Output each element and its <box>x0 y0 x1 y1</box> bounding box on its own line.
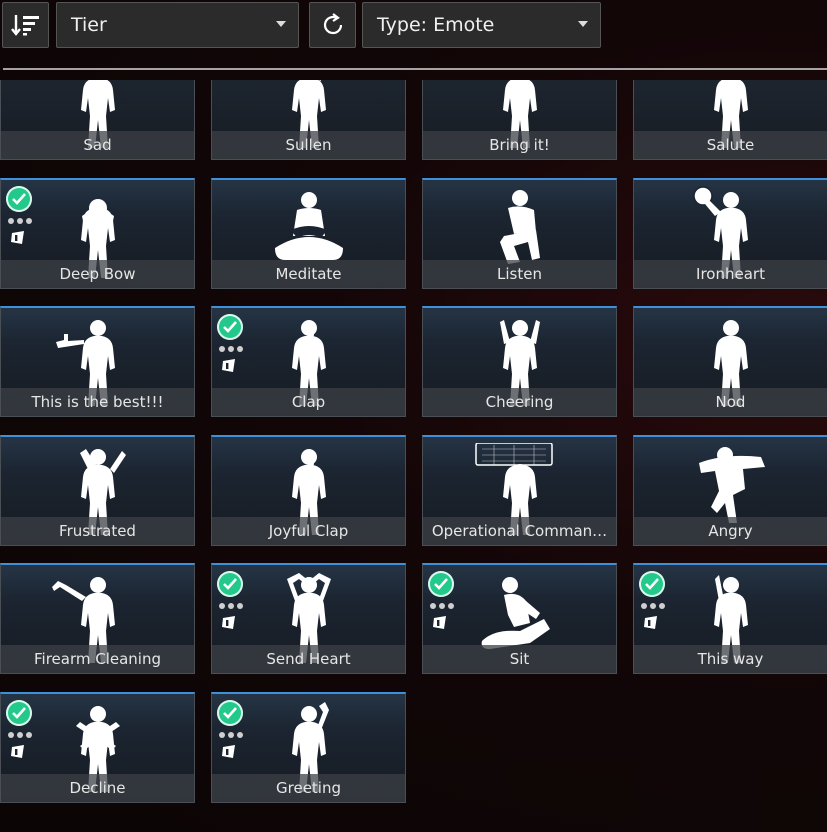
emote-card[interactable]: Angry <box>633 435 827 546</box>
refresh-icon <box>323 13 342 35</box>
emote-card[interactable]: Sit <box>422 563 617 674</box>
type-filter-select[interactable]: Type: Emote <box>362 2 601 48</box>
emote-label: Joyful Clap <box>212 517 405 545</box>
sort-descending-icon <box>10 15 39 36</box>
equipped-check-icon <box>6 700 32 726</box>
emote-card[interactable]: Send Heart <box>211 563 406 674</box>
sort-order-button[interactable] <box>2 2 49 48</box>
emote-label: Salute <box>634 131 827 159</box>
emote-card[interactable]: Firearm Cleaning <box>0 563 195 674</box>
slot-dots-icon <box>219 603 243 609</box>
slot-dots-icon <box>8 218 32 224</box>
equipped-check-icon <box>217 571 243 597</box>
emote-label: Ironheart <box>634 260 827 288</box>
emote-label: This is the best!!! <box>1 388 194 416</box>
emote-card[interactable]: Clap <box>211 306 406 417</box>
emote-label: Sullen <box>212 131 405 159</box>
emote-label: Cheering <box>423 388 616 416</box>
slot-dots-icon <box>430 603 454 609</box>
emote-card[interactable]: Frustrated <box>0 435 195 546</box>
chevron-down-icon <box>578 21 588 27</box>
emote-card[interactable]: Sullen <box>211 80 406 160</box>
emote-label: Decline <box>1 774 194 802</box>
equipped-check-icon <box>6 186 32 212</box>
emote-card[interactable]: Sad <box>0 80 195 160</box>
emote-label: Send Heart <box>212 645 405 673</box>
emote-card[interactable]: Nod <box>633 306 827 417</box>
refresh-button[interactable] <box>309 2 356 48</box>
emote-card[interactable]: Greeting <box>211 692 406 803</box>
slot-dots-icon <box>8 732 32 738</box>
emote-label: This way <box>634 645 827 673</box>
emote-card[interactable]: Meditate <box>211 178 406 289</box>
slot-dots-icon <box>641 603 665 609</box>
emote-card[interactable]: Deep Bow <box>0 178 195 289</box>
tier-icon <box>220 744 238 765</box>
sort-select[interactable]: Tier <box>56 2 299 48</box>
emote-label: Deep Bow <box>1 260 194 288</box>
slot-dots-icon <box>219 346 243 352</box>
emote-label: Bring it! <box>423 131 616 159</box>
emote-card[interactable]: This way <box>633 563 827 674</box>
tier-icon <box>220 615 238 636</box>
emote-label: Frustrated <box>1 517 194 545</box>
emote-grid: Sad Sullen Bring it! Salute Deep Bow Meditate… <box>0 80 827 832</box>
emote-label: Nod <box>634 388 827 416</box>
tier-icon <box>220 358 238 379</box>
tier-icon <box>431 615 449 636</box>
equipped-check-icon <box>428 571 454 597</box>
emote-card[interactable]: Operational Comman… <box>422 435 617 546</box>
emote-label: Listen <box>423 260 616 288</box>
emote-card[interactable]: Joyful Clap <box>211 435 406 546</box>
emote-label: Meditate <box>212 260 405 288</box>
type-filter-value: Type: Emote <box>377 14 495 36</box>
equipped-check-icon <box>217 700 243 726</box>
slot-dots-icon <box>219 732 243 738</box>
emote-label: Firearm Cleaning <box>1 645 194 673</box>
equipped-check-icon <box>639 571 665 597</box>
toolbar-divider <box>3 68 827 70</box>
tier-icon <box>9 230 27 251</box>
emote-label: Clap <box>212 388 405 416</box>
emote-card[interactable]: Bring it! <box>422 80 617 160</box>
tier-icon <box>642 615 660 636</box>
emote-label: Sad <box>1 131 194 159</box>
tier-icon <box>9 744 27 765</box>
emote-card[interactable]: Decline <box>0 692 195 803</box>
emote-label: Sit <box>423 645 616 673</box>
chevron-down-icon <box>276 21 286 27</box>
emote-card[interactable]: Salute <box>633 80 827 160</box>
emote-card[interactable]: Cheering <box>422 306 617 417</box>
toolbar: Tier Type: Emote <box>0 0 827 56</box>
equipped-check-icon <box>217 314 243 340</box>
emote-label: Operational Comman… <box>423 517 616 545</box>
emote-card[interactable]: Listen <box>422 178 617 289</box>
emote-label: Angry <box>634 517 827 545</box>
emote-label: Greeting <box>212 774 405 802</box>
emote-card[interactable]: This is the best!!! <box>0 306 195 417</box>
emote-card[interactable]: Ironheart <box>633 178 827 289</box>
sort-select-value: Tier <box>71 14 107 36</box>
